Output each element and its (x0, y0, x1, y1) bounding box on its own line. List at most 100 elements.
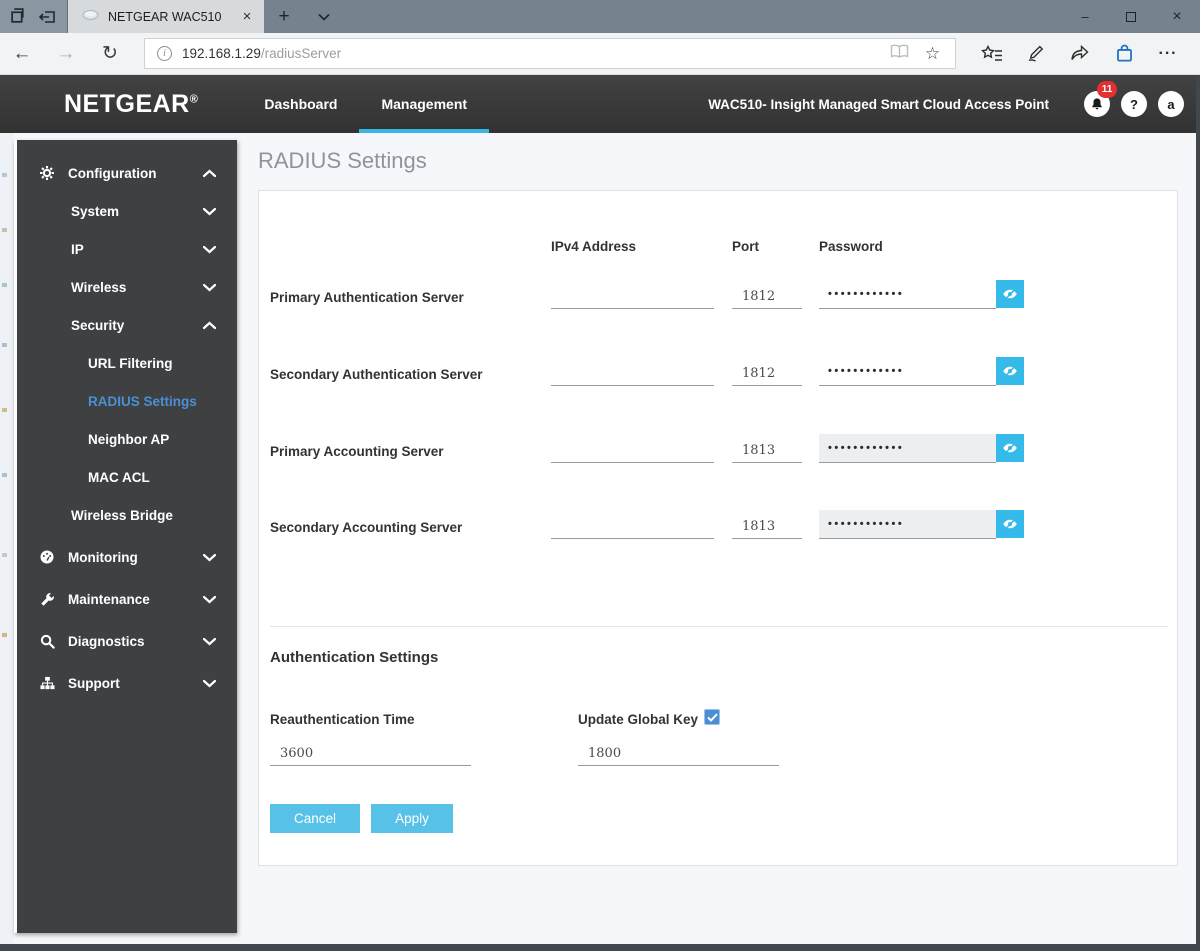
sidebar-item-label: Wireless Bridge (71, 507, 173, 523)
sidebar-item-label: Wireless (71, 279, 127, 295)
chevron-down-icon (202, 204, 217, 219)
browser-toolbar: ← → ↻ i 192.168.1.29/radiusServer ☆ ··· (0, 33, 1200, 75)
set-tabs-aside-icon[interactable] (37, 6, 59, 28)
site-info-icon[interactable]: i (157, 46, 172, 61)
nav-management[interactable]: Management (359, 75, 489, 133)
browser-tab[interactable]: NETGEAR WAC510 × (68, 0, 264, 33)
ipv4-input[interactable] (551, 439, 714, 463)
port-input[interactable] (732, 285, 802, 309)
forward-button[interactable]: → (44, 43, 88, 65)
shopping-bag-icon[interactable] (1102, 44, 1146, 63)
reading-view-icon[interactable] (883, 44, 916, 64)
column-header-port: Port (732, 239, 759, 254)
password-input[interactable] (819, 357, 996, 386)
more-options-icon[interactable]: ··· (1146, 44, 1190, 63)
sidebar-item-url-filtering[interactable]: URL Filtering (17, 344, 237, 382)
help-button[interactable]: ? (1121, 91, 1147, 117)
back-button[interactable]: ← (0, 43, 44, 65)
sidebar-item-configuration[interactable]: Configuration (17, 154, 237, 192)
sidebar-item-label: Neighbor AP (88, 431, 170, 447)
tab-close-icon[interactable]: × (238, 8, 256, 25)
registered-mark: ® (189, 93, 199, 106)
avatar[interactable]: a (1158, 91, 1184, 117)
show-password-button[interactable] (996, 434, 1024, 462)
sidebar-item-system[interactable]: System (17, 192, 237, 230)
check-icon (706, 713, 718, 722)
add-favorite-star-icon[interactable]: ☆ (916, 44, 949, 64)
sidebar-item-neighbor-ap[interactable]: Neighbor AP (17, 420, 237, 458)
site-favicon (82, 8, 99, 26)
show-password-button[interactable] (996, 510, 1024, 538)
eye-slash-icon (1003, 288, 1017, 301)
reauthentication-time-input[interactable] (270, 742, 471, 766)
notification-badge: 11 (1097, 81, 1117, 98)
eye-slash-icon (1003, 442, 1017, 455)
browser-window: NETGEAR WAC510 × + – × ← → ↻ i 192.168.1… (0, 0, 1200, 951)
netgear-logo: NETGEAR® (64, 89, 199, 118)
reauthentication-time-label: Reauthentication Time (270, 712, 415, 727)
sidebar-item-diagnostics[interactable]: Diagnostics (17, 622, 237, 660)
chevron-up-icon (202, 318, 217, 333)
ipv4-input[interactable] (551, 362, 714, 386)
tab-list-dropdown-icon[interactable] (304, 0, 344, 33)
sitemap-icon (39, 676, 55, 691)
sidebar-item-ip[interactable]: IP (17, 230, 237, 268)
favorites-hub-icon[interactable] (970, 44, 1014, 63)
gauge-icon (39, 549, 55, 565)
sidebar-item-radius-settings[interactable]: RADIUS Settings (17, 382, 237, 420)
sidebar-item-monitoring[interactable]: Monitoring (17, 538, 237, 576)
chevron-down-icon (202, 550, 217, 565)
update-global-key-input[interactable] (578, 742, 779, 766)
tab-tools (0, 0, 68, 33)
sidebar-item-label: Configuration (68, 165, 157, 181)
sidebar-item-wireless-bridge[interactable]: Wireless Bridge (17, 496, 237, 534)
show-password-button[interactable] (996, 357, 1024, 385)
row-label: Primary Accounting Server (270, 444, 444, 459)
sidebar-item-label: Maintenance (68, 591, 150, 607)
gear-icon (39, 165, 55, 181)
minimize-button[interactable]: – (1062, 0, 1108, 33)
table-row: Primary Accounting Server (259, 433, 1179, 463)
sidebar-item-label: MAC ACL (88, 469, 150, 485)
sidebar-item-label: Security (71, 317, 125, 333)
port-input[interactable] (732, 439, 802, 463)
password-input[interactable] (819, 434, 996, 463)
apply-button[interactable]: Apply (371, 804, 453, 833)
ipv4-input[interactable] (551, 515, 714, 539)
browser-tab-bar: NETGEAR WAC510 × + – × (0, 0, 1200, 33)
maximize-button[interactable] (1108, 0, 1154, 33)
row-label: Primary Authentication Server (270, 290, 464, 305)
ipv4-input[interactable] (551, 285, 714, 309)
tab-preview-icon[interactable] (8, 6, 30, 28)
url-text[interactable]: 192.168.1.29/radiusServer (182, 46, 883, 61)
sidebar-item-mac-acl[interactable]: MAC ACL (17, 458, 237, 496)
address-bar[interactable]: i 192.168.1.29/radiusServer ☆ (144, 38, 956, 69)
chevron-down-icon (202, 280, 217, 295)
port-input[interactable] (732, 515, 802, 539)
sidebar-item-support[interactable]: Support (17, 664, 237, 702)
share-icon[interactable] (1058, 44, 1102, 63)
notifications-button[interactable]: 11 (1084, 81, 1117, 117)
sidebar-item-wireless[interactable]: Wireless (17, 268, 237, 306)
sidebar-item-label: URL Filtering (88, 355, 173, 371)
close-window-button[interactable]: × (1154, 0, 1200, 33)
section-divider (270, 626, 1168, 627)
sidebar-item-maintenance[interactable]: Maintenance (17, 580, 237, 618)
refresh-button[interactable]: ↻ (88, 42, 132, 65)
password-input[interactable] (819, 280, 996, 309)
sidebar-item-security[interactable]: Security (17, 306, 237, 344)
sidebar-item-label: System (71, 203, 120, 219)
port-input[interactable] (732, 362, 802, 386)
show-password-button[interactable] (996, 280, 1024, 308)
bell-icon (1092, 98, 1102, 110)
nav-dashboard[interactable]: Dashboard (242, 75, 359, 133)
web-note-pen-icon[interactable] (1014, 44, 1058, 63)
new-tab-button[interactable]: + (264, 0, 304, 33)
cancel-button[interactable]: Cancel (270, 804, 360, 833)
password-input[interactable] (819, 510, 996, 539)
update-global-key-checkbox[interactable] (704, 709, 720, 725)
eye-slash-icon (1003, 518, 1017, 531)
window-controls: – × (1062, 0, 1200, 33)
sidebar-item-label: Support (68, 675, 120, 691)
sidebar-item-label: RADIUS Settings (88, 393, 197, 409)
